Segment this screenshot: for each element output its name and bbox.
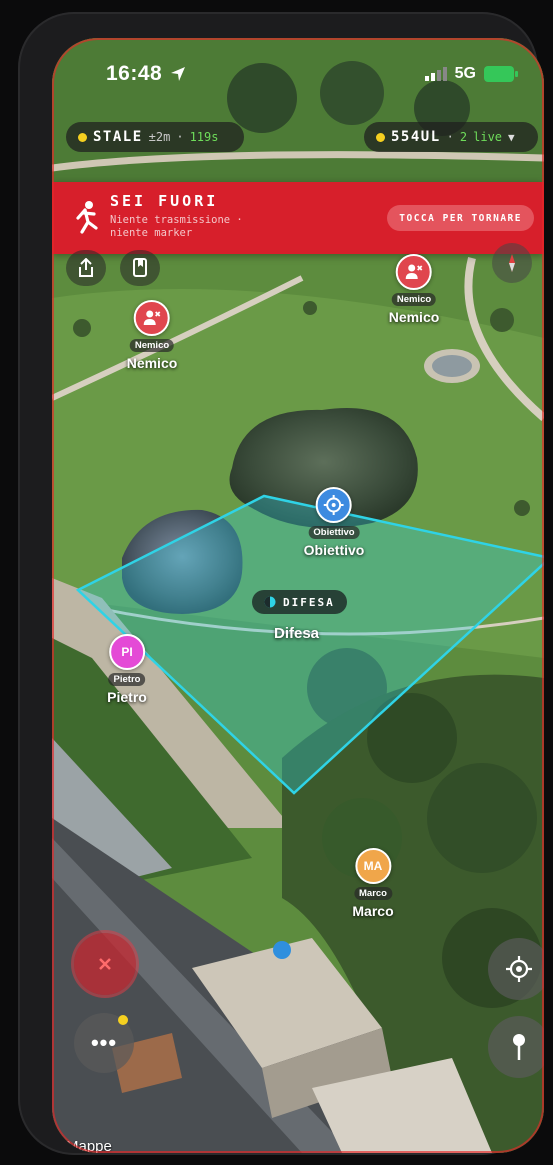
battery-icon <box>484 66 518 82</box>
marker-name: Obiettivo <box>303 542 365 558</box>
out-of-zone-banner[interactable]: SEI FUORI Niente trasmissione · niente m… <box>52 182 544 254</box>
shield-icon <box>264 596 276 608</box>
stale-status-pill[interactable]: STALE ±2m · 119s <box>66 122 244 152</box>
compass-button[interactable] <box>492 243 532 283</box>
marker-tag: Nemico <box>129 339 175 352</box>
stale-label: STALE <box>93 129 143 145</box>
location-arrow-icon <box>171 67 185 81</box>
compass-icon <box>509 254 515 272</box>
more-button[interactable]: ••• <box>74 1013 134 1073</box>
player-avatar: PI <box>109 634 145 670</box>
zone-pill-label: DIFESA <box>283 595 335 609</box>
marker-name: Pietro <box>107 689 147 705</box>
banner-title: SEI FUORI <box>110 192 219 210</box>
team-indicator-dot <box>376 132 385 142</box>
enemy-person-icon <box>395 254 432 290</box>
map-attribution: Mappe <box>66 1138 112 1153</box>
add-pin-button[interactable] <box>488 1016 544 1078</box>
notification-dot <box>118 1015 128 1025</box>
running-person-icon <box>76 201 98 234</box>
player-marker-pietro[interactable]: PI Pietro Pietro <box>107 634 147 705</box>
book-icon <box>133 258 147 277</box>
zone-pill[interactable]: DIFESA <box>252 590 347 614</box>
stale-indicator-dot <box>78 132 87 142</box>
screen: 16:48 5G STALE ±2m · 119s 554UL · 2 live… <box>52 38 544 1153</box>
enemy-marker[interactable]: Nemico Nemico <box>388 254 440 325</box>
objective-marker[interactable]: Obiettivo Obiettivo <box>303 487 365 558</box>
share-icon <box>79 258 93 277</box>
player-marker-marco[interactable]: MA Marco Marco <box>352 848 394 919</box>
chevron-down-icon: ▼ <box>508 130 515 144</box>
clock: 16:48 <box>106 62 163 85</box>
team-status-pill[interactable]: 554UL · 2 live ▼ <box>364 122 538 152</box>
stale-count: 119s <box>189 130 219 144</box>
team-code: 554UL <box>391 129 441 145</box>
crosshair-icon <box>506 956 532 982</box>
panic-button[interactable] <box>74 933 136 995</box>
signal-bars-icon <box>424 67 447 81</box>
zone-name: Difesa <box>274 625 320 642</box>
pin-icon <box>513 1034 525 1060</box>
status-bar: 16:48 5G <box>52 60 544 92</box>
marker-tag: Nemico <box>391 293 437 306</box>
stale-age: ±2m <box>148 130 171 144</box>
return-button[interactable]: TOCCA PER TORNARE <box>387 205 534 231</box>
marker-name: Nemico <box>126 355 178 371</box>
marker-name: Marco <box>352 903 394 919</box>
target-icon <box>315 487 352 523</box>
locate-me-button[interactable] <box>488 938 544 1000</box>
close-icon <box>99 958 111 970</box>
network-label: 5G <box>454 65 476 82</box>
enemy-person-icon <box>133 300 170 336</box>
banner-subtitle: Niente trasmissione · niente marker <box>110 214 243 239</box>
enemy-marker[interactable]: Nemico Nemico <box>126 300 178 371</box>
status-indicators: 5G <box>424 65 518 83</box>
share-button[interactable] <box>66 250 106 286</box>
marker-tag: Obiettivo <box>308 526 360 539</box>
marker-tag: Marco <box>354 887 392 900</box>
more-dots-icon: ••• <box>90 1030 118 1055</box>
live-count: 2 <box>459 130 468 144</box>
marker-name: Nemico <box>388 309 440 325</box>
marker-tag: Pietro <box>108 673 146 686</box>
bookmark-button[interactable] <box>120 250 160 286</box>
player-avatar: MA <box>354 848 391 884</box>
live-label: live <box>473 130 503 144</box>
phone-frame: 16:48 5G STALE ±2m · 119s 554UL · 2 live… <box>18 12 544 1155</box>
